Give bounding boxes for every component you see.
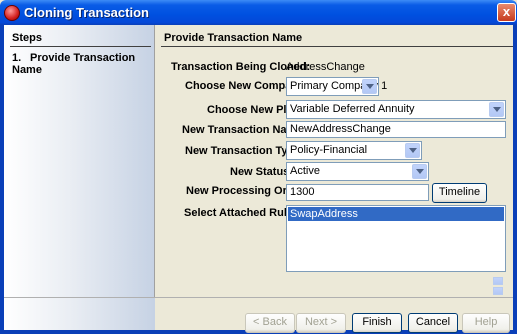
processing-order-input[interactable]: 1300 — [286, 184, 429, 201]
company-select[interactable]: Primary Company 1 — [286, 77, 387, 96]
cloned-value: AddressChange — [286, 61, 365, 73]
step-number: 1. — [12, 52, 22, 64]
processing-order-value: 1300 — [290, 186, 315, 198]
chevron-up-icon[interactable] — [493, 277, 503, 285]
help-button[interactable]: Help — [462, 313, 510, 333]
type-select[interactable]: Policy-Financial — [286, 141, 422, 160]
finish-button[interactable]: Finish — [352, 313, 402, 333]
steps-heading: Steps — [12, 32, 42, 44]
step-label: Provide Transaction Name — [12, 52, 136, 76]
plan-select[interactable]: Variable Deferred Annuity — [286, 100, 506, 119]
cancel-button[interactable]: Cancel — [408, 313, 458, 333]
content-panel: Provide Transaction Name Transaction Bei… — [155, 25, 513, 297]
panel-heading: Provide Transaction Name — [164, 32, 303, 44]
transaction-name-input[interactable]: NewAddressChange — [286, 121, 506, 138]
transaction-name-value: NewAddressChange — [290, 123, 391, 135]
chevron-down-icon[interactable] — [405, 143, 420, 158]
status-label: New Status: — [230, 166, 293, 178]
status-select-value: Active — [290, 165, 320, 177]
back-button[interactable]: < Back — [245, 313, 295, 333]
rules-listbox[interactable]: SwapAddress — [286, 205, 506, 272]
window-border-right — [513, 25, 517, 334]
step-item-1: 1. Provide Transaction Name — [12, 52, 154, 76]
list-item[interactable]: SwapAddress — [288, 207, 504, 221]
rules-label: Select Attached Rules: — [184, 207, 303, 219]
chevron-down-icon[interactable] — [362, 79, 377, 94]
button-bar: < Back Next > Finish Cancel Help — [4, 297, 513, 333]
title-bar[interactable]: Cloning Transaction x — [0, 0, 517, 25]
timeline-button[interactable]: Timeline — [432, 183, 487, 203]
steps-panel: Steps 1. Provide Transaction Name — [4, 25, 155, 297]
type-select-value: Policy-Financial — [290, 144, 368, 156]
chevron-down-icon[interactable] — [412, 164, 427, 179]
next-button[interactable]: Next > — [296, 313, 346, 333]
plan-select-value: Variable Deferred Annuity — [290, 103, 415, 115]
chevron-down-icon[interactable] — [489, 102, 504, 117]
steps-divider — [10, 46, 151, 47]
window-title: Cloning Transaction — [24, 5, 149, 20]
cloning-transaction-dialog: Cloning Transaction x Steps 1. Provide Tr… — [0, 0, 517, 334]
button-bar-left-panel — [4, 298, 155, 330]
panel-divider — [161, 46, 513, 47]
app-icon — [4, 5, 20, 21]
close-button[interactable]: x — [497, 3, 516, 22]
chevron-down-icon[interactable] — [493, 287, 503, 295]
status-select[interactable]: Active — [286, 162, 429, 181]
